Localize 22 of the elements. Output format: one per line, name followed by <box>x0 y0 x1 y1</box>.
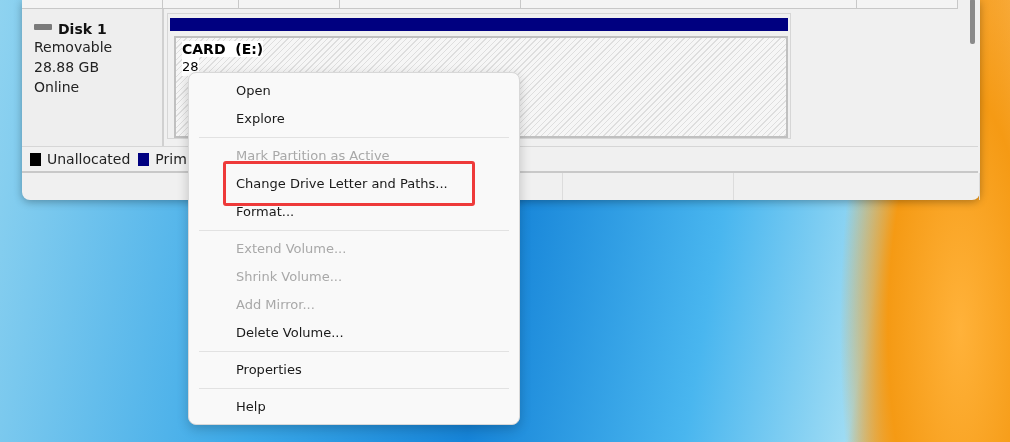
partition-label: CARD (E:) <box>182 41 264 57</box>
legend-label: Unallocated <box>47 151 131 167</box>
column-header[interactable] <box>340 0 521 8</box>
column-header[interactable] <box>857 0 958 8</box>
menu-item[interactable]: Open <box>189 77 519 105</box>
disk-status: Online <box>34 78 81 97</box>
menu-item[interactable]: Explore <box>189 105 519 133</box>
column-header[interactable] <box>521 0 857 8</box>
menu-item[interactable]: Change Drive Letter and Paths... <box>189 170 519 198</box>
legend-label: Prim <box>155 151 187 167</box>
column-header[interactable] <box>163 0 239 8</box>
menu-item[interactable]: Format... <box>189 198 519 226</box>
column-header[interactable] <box>239 0 340 8</box>
menu-item[interactable]: Properties <box>189 356 519 384</box>
menu-item[interactable]: Delete Volume... <box>189 319 519 347</box>
scrollbar-thumb[interactable] <box>969 0 975 44</box>
column-header[interactable] <box>22 0 163 8</box>
menu-item[interactable]: Help <box>189 393 519 421</box>
partition-size: 28 <box>182 57 199 76</box>
disk-type: Removable <box>34 38 114 57</box>
disk-size: 28.88 GB <box>34 58 100 77</box>
disk-name: Disk 1 <box>58 21 107 37</box>
